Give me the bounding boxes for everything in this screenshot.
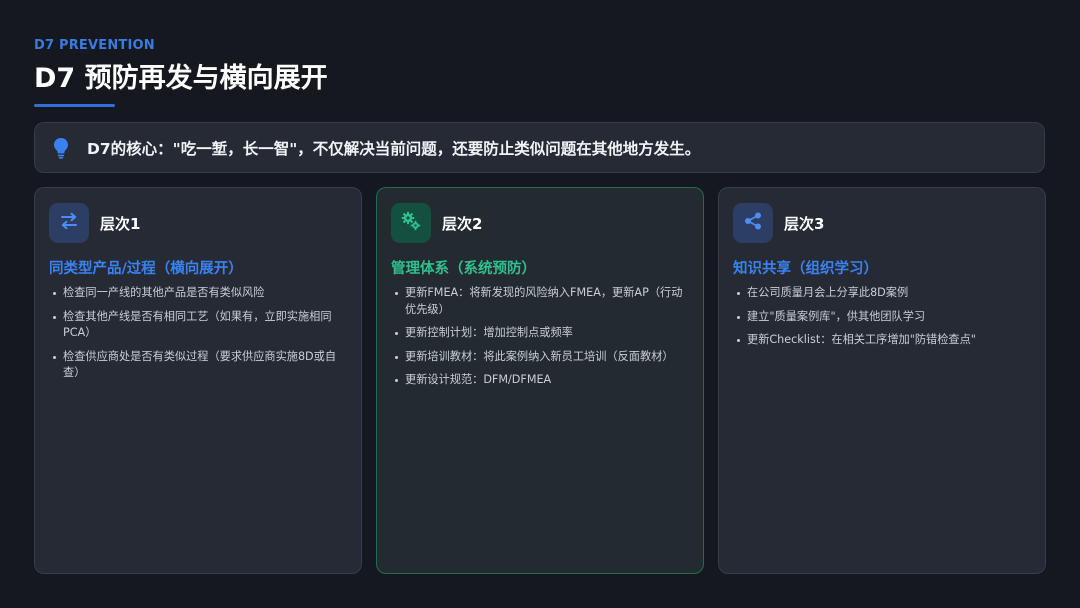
core-callout: D7的核心："吃一堑，长一智"，不仅解决当前问题，还要防止类似问题在其他地方发生…	[34, 122, 1045, 173]
card-icon-badge	[733, 203, 773, 243]
level-card-2: 层次2 管理体系（系统预防） 更新FMEA：将新发现的风险纳入FMEA，更新AP…	[376, 187, 704, 574]
card-header: 层次2	[391, 202, 689, 244]
list-item: 更新控制计划：增加控制点或频率	[391, 325, 689, 342]
card-header: 层次3	[733, 202, 1031, 244]
card-bullet-list: 检查同一产线的其他产品是否有类似风险 检查其他产线是否有相同工艺（如果有，立即实…	[49, 285, 347, 382]
lightbulb-icon	[52, 137, 70, 159]
card-level-label: 层次3	[784, 214, 825, 233]
card-header: 层次1	[49, 202, 347, 244]
page-title: D7 预防再发与横向展开	[34, 63, 328, 94]
card-subtitle: 管理体系（系统预防）	[391, 261, 536, 277]
list-item: 更新设计规范：DFM/DFMEA	[391, 372, 689, 389]
list-item: 检查其他产线是否有相同工艺（如果有，立即实施相同PCA）	[49, 309, 347, 342]
share-icon	[743, 211, 763, 235]
slide: D7 PREVENTION D7 预防再发与横向展开 D7的核心："吃一堑，长一…	[0, 0, 1080, 608]
list-item: 更新Checklist：在相关工序增加"防错检查点"	[733, 332, 1031, 349]
gears-icon	[400, 210, 422, 236]
level-card-1: 层次1 同类型产品/过程（横向展开） 检查同一产线的其他产品是否有类似风险 检查…	[34, 187, 362, 574]
list-item: 更新FMEA：将新发现的风险纳入FMEA，更新AP（行动优先级）	[391, 285, 689, 318]
list-item: 建立"质量案例库"，供其他团队学习	[733, 309, 1031, 326]
card-level-label: 层次2	[442, 214, 483, 233]
list-item: 更新培训教材：将此案例纳入新员工培训（反面教材）	[391, 349, 689, 366]
card-bullet-list: 更新FMEA：将新发现的风险纳入FMEA，更新AP（行动优先级） 更新控制计划：…	[391, 285, 689, 389]
card-icon-badge	[49, 203, 89, 243]
card-level-label: 层次1	[100, 214, 141, 233]
list-item: 在公司质量月会上分享此8D案例	[733, 285, 1031, 302]
swap-arrows-icon	[59, 212, 79, 234]
level-card-3: 层次3 知识共享（组织学习） 在公司质量月会上分享此8D案例 建立"质量案例库"…	[718, 187, 1046, 574]
eyebrow-label: D7 PREVENTION	[34, 38, 155, 53]
list-item: 检查同一产线的其他产品是否有类似风险	[49, 285, 347, 302]
card-subtitle: 同类型产品/过程（横向展开）	[49, 261, 243, 277]
card-icon-badge	[391, 203, 431, 243]
title-underline	[34, 104, 115, 107]
list-item: 检查供应商处是否有类似过程（要求供应商实施8D或自查）	[49, 349, 347, 382]
card-subtitle: 知识共享（组织学习）	[733, 261, 878, 277]
callout-text: D7的核心："吃一堑，长一智"，不仅解决当前问题，还要防止类似问题在其他地方发生…	[87, 139, 701, 158]
card-bullet-list: 在公司质量月会上分享此8D案例 建立"质量案例库"，供其他团队学习 更新Chec…	[733, 285, 1031, 349]
